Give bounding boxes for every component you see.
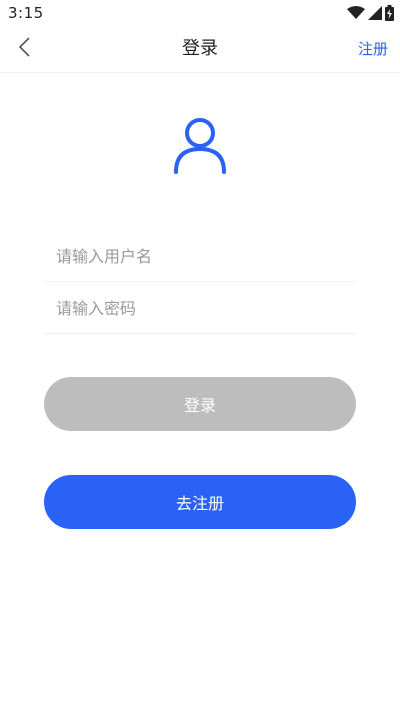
status-time: 3:15 (8, 4, 44, 22)
status-icons (347, 5, 394, 21)
wifi-icon (347, 6, 365, 20)
register-link[interactable]: 注册 (358, 26, 388, 72)
user-icon (170, 116, 230, 176)
username-row (44, 232, 356, 282)
login-button[interactable]: 登录 (44, 377, 356, 431)
password-row (44, 284, 356, 334)
battery-icon (385, 5, 394, 21)
username-input[interactable] (44, 232, 356, 281)
go-register-button[interactable]: 去注册 (44, 475, 356, 529)
page-title: 登录 (182, 38, 218, 59)
cellular-signal-icon (368, 6, 382, 20)
top-nav-bar: 登录 注册 (0, 26, 400, 73)
password-input[interactable] (44, 284, 356, 333)
login-screen: 3:15 登录 注册 请输入用户名 登录 去注册 (0, 0, 400, 711)
status-bar: 3:15 (0, 0, 400, 26)
